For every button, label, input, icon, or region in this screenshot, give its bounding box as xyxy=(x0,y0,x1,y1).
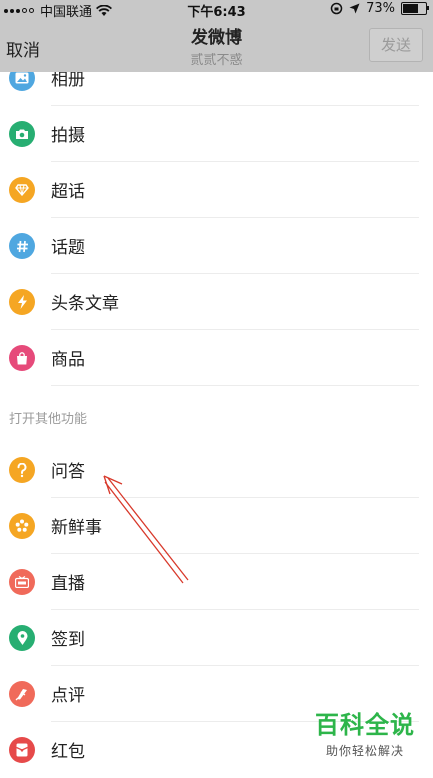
list-item-label: 问答 xyxy=(51,462,85,482)
review-icon xyxy=(9,681,35,707)
red-envelope-icon xyxy=(9,737,35,763)
list-item[interactable]: 拍摄 xyxy=(0,106,433,162)
send-button[interactable]: 发送 xyxy=(369,28,423,62)
lightning-icon xyxy=(9,289,35,315)
list-item-label: 签到 xyxy=(51,630,85,650)
flower-icon xyxy=(9,513,35,539)
status-right: 73% xyxy=(330,1,429,16)
list-item[interactable]: 问答 xyxy=(0,442,433,498)
list-item-label: 超话 xyxy=(51,182,85,202)
list-item-label: 点评 xyxy=(51,686,85,706)
status-bar: 中国联通 下午6:43 73% xyxy=(0,0,433,20)
location-pin-icon xyxy=(9,625,35,651)
location-arrow-icon xyxy=(349,3,360,14)
list-item[interactable]: 签到 xyxy=(0,610,433,666)
list-item-label: 拍摄 xyxy=(51,126,85,146)
list-item-label: 话题 xyxy=(51,238,85,258)
hashtag-icon xyxy=(9,233,35,259)
shopping-bag-icon xyxy=(9,345,35,371)
list-item-label: 红包 xyxy=(51,742,85,762)
live-icon xyxy=(9,569,35,595)
list-item-label: 商品 xyxy=(51,350,85,370)
watermark: 百科全说 助你轻松解决 xyxy=(315,705,415,759)
section-header: 打开其他功能 xyxy=(0,386,433,442)
compose-options-list: 相册 拍摄 超话 话题 头条文章 商品 打开其他功能 问答 新鲜事 直播 签到 点评 红包 xyxy=(0,50,433,778)
diamond-icon xyxy=(9,177,35,203)
top-bar: 中国联通 下午6:43 73% 取消 发微博 贰贰不惑 发送 xyxy=(0,0,433,72)
watermark-title: 百科全说 xyxy=(315,711,415,739)
battery-icon xyxy=(401,2,429,15)
section-header-label: 打开其他功能 xyxy=(9,412,88,427)
list-item[interactable]: 商品 xyxy=(0,330,433,386)
question-icon xyxy=(9,457,35,483)
list-item[interactable]: 新鲜事 xyxy=(0,498,433,554)
navigation-bar: 取消 发微博 贰贰不惑 发送 xyxy=(0,18,433,72)
list-item-label: 直播 xyxy=(51,574,85,594)
rotation-lock-icon xyxy=(330,2,343,15)
list-item[interactable]: 话题 xyxy=(0,218,433,274)
list-item[interactable]: 头条文章 xyxy=(0,274,433,330)
list-item[interactable]: 直播 xyxy=(0,554,433,610)
list-item[interactable]: 超话 xyxy=(0,162,433,218)
watermark-subtitle: 助你轻松解决 xyxy=(325,744,404,758)
battery-percent: 73% xyxy=(366,1,395,16)
camera-icon xyxy=(9,121,35,147)
list-item-label: 头条文章 xyxy=(51,294,119,314)
list-item-label: 新鲜事 xyxy=(51,518,102,538)
